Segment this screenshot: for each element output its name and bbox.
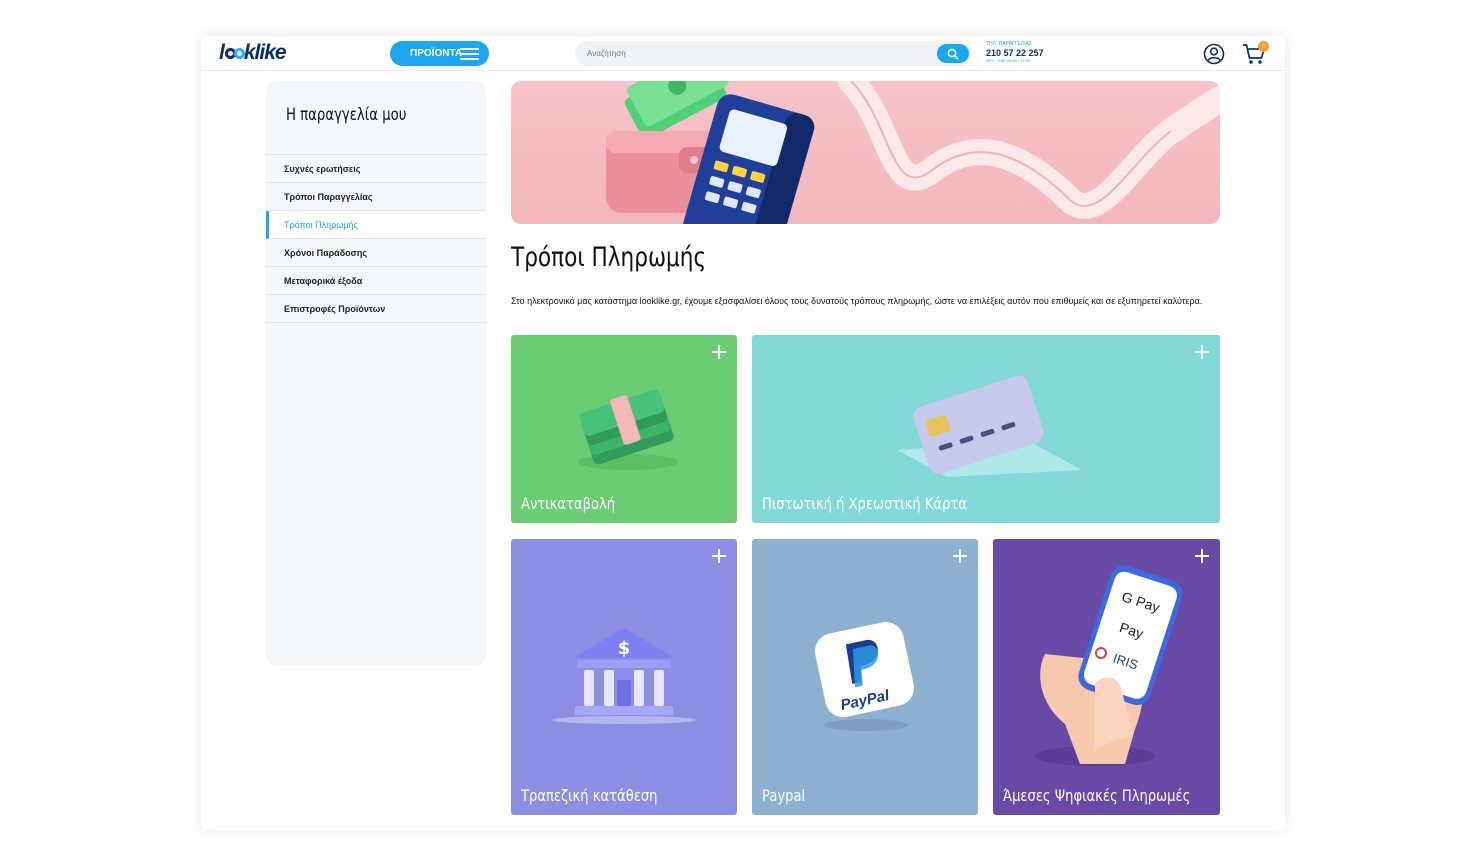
- products-button-label: ΠΡΟΪΟΝΤΑ: [410, 48, 463, 59]
- order-phone[interactable]: ΤΗΛ. ΠΑΡΑΓΓΕΛΙΑΣ 210 57 22 257 ΔΕΥ - ΠΑΡ…: [986, 41, 1044, 63]
- sidebar-item-faq[interactable]: Συχνές ερωτήσεις: [266, 155, 486, 183]
- payment-card-bank-deposit[interactable]: $ Τραπεζική κατάθεση: [511, 539, 737, 815]
- expand-plus-icon[interactable]: [1195, 549, 1209, 563]
- sidebar-item-payment-methods[interactable]: Τρόποι Πληρωμής: [266, 211, 486, 239]
- payment-card-paypal[interactable]: PayPal Paypal: [752, 539, 978, 815]
- search-icon: [947, 48, 959, 60]
- payment-card-instant-digital[interactable]: G Pay Pay IRIS Άμεσες Ψηφιακές Πληρωμές: [993, 539, 1220, 815]
- user-account-icon[interactable]: [1203, 43, 1225, 65]
- sidebar-item-shipping-costs[interactable]: Μεταφορικά έξοδα: [266, 267, 486, 295]
- cart-count-badge: 2: [1258, 41, 1269, 52]
- payment-banner-image: [511, 81, 1220, 224]
- page-frame: lklike ΠΡΟΪΟΝΤΑ ΤΗΛ. ΠΑΡΑΓΓΕΛΙΑΣ 210 57 …: [201, 36, 1285, 830]
- paypal-icon: PayPal: [814, 621, 914, 731]
- card-label: Αντικαταβολή: [521, 494, 616, 513]
- sidebar-item-returns[interactable]: Επιστροφές Προϊόντων: [266, 295, 486, 323]
- card-label: Πιστωτική ή Χρεωστική Κάρτα: [762, 494, 967, 513]
- svg-text:$: $: [618, 638, 631, 659]
- search-input[interactable]: [587, 45, 927, 62]
- expand-plus-icon[interactable]: [712, 549, 726, 563]
- sidebar-item-order-methods[interactable]: Τρόποι Παραγγελίας: [266, 183, 486, 211]
- logo-eyes: [224, 47, 245, 59]
- expand-plus-icon[interactable]: [1195, 345, 1209, 359]
- card-label: Τραπεζική κατάθεση: [521, 786, 658, 805]
- expand-plus-icon[interactable]: [953, 549, 967, 563]
- card-label: Paypal: [762, 786, 806, 805]
- search-bar: [575, 41, 971, 66]
- credit-card-icon: [897, 375, 1082, 477]
- intro-text: Στο ηλεκτρονικό μας κατάστημα looklike.g…: [511, 296, 1203, 306]
- phone-label: ΤΗΛ. ΠΑΡΑΓΓΕΛΙΑΣ: [986, 41, 1033, 47]
- banner-illustration: [606, 81, 1220, 224]
- sidebar-menu: Συχνές ερωτήσεις Τρόποι Παραγγελίας Τρόπ…: [266, 154, 486, 323]
- sidebar-title: Η παραγγελία μου: [286, 105, 407, 125]
- looklike-logo[interactable]: l klike: [219, 41, 287, 65]
- phone-number: 210 57 22 257: [986, 48, 1044, 58]
- bank-icon: $: [552, 628, 696, 724]
- header: lklike ΠΡΟΪΟΝΤΑ ΤΗΛ. ΠΑΡΑΓΓΕΛΙΑΣ 210 57 …: [201, 36, 1285, 71]
- sidebar: Η παραγγελία μου Συχνές ερωτήσεις Τρόποι…: [266, 81, 486, 666]
- products-menu-button[interactable]: ΠΡΟΪΟΝΤΑ: [390, 41, 489, 66]
- hamburger-icon: [460, 48, 479, 63]
- payment-card-credit-debit[interactable]: Πιστωτική ή Χρεωστική Κάρτα: [752, 335, 1220, 523]
- phone-wallet-icon: G Pay Pay IRIS: [1035, 565, 1183, 766]
- card-label: Άμεσες Ψηφιακές Πληρωμές: [1003, 786, 1191, 805]
- phone-hours: ΔΕΥ - ΠΑΡ 09:00 - 17:00: [986, 58, 1031, 63]
- search-button[interactable]: [937, 44, 969, 63]
- cash-stack-icon: [578, 389, 678, 470]
- expand-plus-icon[interactable]: [712, 345, 726, 359]
- page-title: Τρόποι Πληρωμής: [511, 242, 707, 273]
- sidebar-item-delivery-times[interactable]: Χρόνοι Παράδοσης: [266, 239, 486, 267]
- payment-card-cash-on-delivery[interactable]: Αντικαταβολή: [511, 335, 737, 523]
